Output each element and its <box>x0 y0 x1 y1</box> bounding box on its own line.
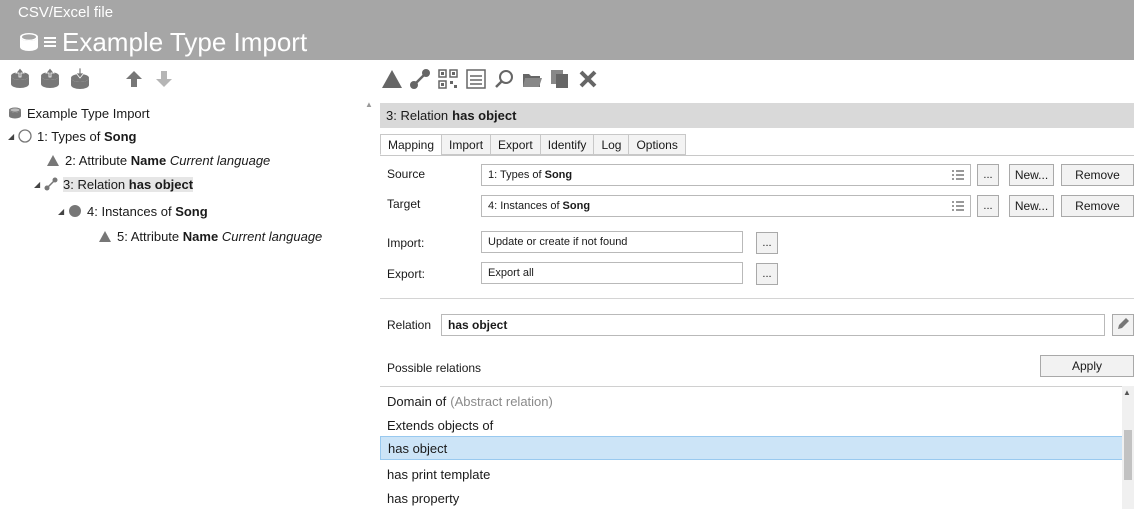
possible-relations-list: Domain of (Abstract relation) Extends obj… <box>380 386 1134 509</box>
list-scrollbar[interactable]: ▲ <box>1122 386 1134 509</box>
target-remove-button[interactable]: Remove <box>1061 195 1134 217</box>
scrollbar-thumb[interactable] <box>1124 430 1132 480</box>
expand-toggle-icon[interactable]: ◢ <box>58 207 68 216</box>
source-field[interactable]: 1: Types of Song <box>481 164 971 186</box>
type-circle-icon <box>18 129 32 143</box>
tree-item-label: 4: Instances of Song <box>87 203 208 219</box>
search-icon[interactable] <box>492 67 516 91</box>
file-type-label: CSV/Excel file <box>18 4 114 21</box>
list-view-icon[interactable] <box>464 67 488 91</box>
section-divider <box>380 298 1134 299</box>
tree-item-label: 1: Types of Song <box>37 128 137 144</box>
list-item[interactable]: has property <box>380 486 1124 510</box>
source-browse-button[interactable]: ... <box>977 164 999 186</box>
list-item[interactable]: Extends objects of <box>380 413 1124 437</box>
target-value-name: Song <box>562 200 591 212</box>
target-field[interactable]: 4: Instances of Song <box>481 195 971 217</box>
pencil-icon <box>1116 317 1130 334</box>
source-value-prefix: 1: Types of <box>488 169 542 181</box>
list-item-note: (Abstract relation) <box>450 393 553 409</box>
tree-toolbar <box>8 66 176 92</box>
target-label: Target <box>387 197 421 211</box>
apply-button[interactable]: Apply <box>1040 355 1134 377</box>
attribute-triangle-icon <box>46 154 60 167</box>
tree-item-relation-has-object[interactable]: ◢ 3: Relation has object <box>34 173 194 195</box>
list-item[interactable]: has print template <box>380 462 1124 486</box>
relation-icon[interactable] <box>408 67 432 91</box>
download-database-icon[interactable] <box>68 67 92 91</box>
move-up-icon[interactable] <box>122 67 146 91</box>
target-browse-button[interactable]: ... <box>977 195 999 217</box>
page-title: Example Type Import <box>62 26 308 57</box>
detail-header: 3: Relation has object <box>380 103 1134 128</box>
target-value-prefix: 4: Instances of <box>488 200 560 212</box>
list-item-selected[interactable]: has object <box>380 436 1124 460</box>
source-remove-button[interactable]: Remove <box>1061 164 1134 186</box>
menu-lines-icon <box>44 35 56 49</box>
list-picker-icon[interactable] <box>952 200 964 215</box>
import-options-button[interactable]: ... <box>756 232 778 254</box>
source-value-name: Song <box>544 169 573 181</box>
list-item[interactable]: Domain of (Abstract relation) <box>380 389 1124 413</box>
relation-field[interactable]: has object <box>441 314 1105 336</box>
list-picker-icon[interactable] <box>952 169 964 184</box>
attribute-triangle-icon <box>98 230 112 243</box>
relation-icon <box>44 177 58 191</box>
move-down-icon[interactable] <box>152 67 176 91</box>
scroll-up-icon[interactable]: ▲ <box>1123 388 1131 397</box>
possible-relations-label: Possible relations <box>387 361 482 375</box>
tree-item-instances-of-song[interactable]: ◢ 4: Instances of Song <box>58 200 208 222</box>
tree-scroll-up-icon[interactable]: ▲ <box>365 100 373 109</box>
tab-import[interactable]: Import <box>441 134 491 155</box>
instance-circle-icon <box>68 204 82 218</box>
copy-icon[interactable] <box>548 67 572 91</box>
tree-item-types-of-song[interactable]: ◢ 1: Types of Song <box>8 125 136 147</box>
export-label: Export: <box>387 267 426 281</box>
database-icon <box>8 106 22 120</box>
upload-database-icon[interactable] <box>38 67 62 91</box>
expand-toggle-icon[interactable]: ◢ <box>34 180 44 189</box>
source-new-button[interactable]: New... <box>1009 164 1054 186</box>
tab-export[interactable]: Export <box>490 134 540 155</box>
folder-open-icon[interactable] <box>520 67 544 91</box>
tab-identify[interactable]: Identify <box>539 134 594 155</box>
import-label: Import: <box>387 236 425 250</box>
attribute-triangle-icon[interactable] <box>380 67 404 91</box>
title-bar: CSV/Excel file Example Type Import <box>0 0 1134 60</box>
add-database-icon[interactable] <box>8 67 32 91</box>
mapping-tree: Example Type Import ◢ 1: Types of Song 2… <box>0 100 370 509</box>
edit-relation-button[interactable] <box>1112 314 1134 336</box>
expand-toggle-icon[interactable]: ◢ <box>8 132 18 141</box>
tree-item-attribute-name-2[interactable]: 5: Attribute Name Current language <box>98 225 322 247</box>
relation-label: Relation <box>387 318 432 332</box>
title-row: Example Type Import <box>18 26 307 58</box>
detail-header-name: has object <box>452 108 517 123</box>
tree-item-label: Example Type Import <box>27 105 150 121</box>
list-item-label: Domain of <box>387 393 447 409</box>
tree-item-label: 5: Attribute Name Current language <box>117 228 323 244</box>
delete-icon[interactable] <box>576 67 600 91</box>
detail-header-prefix: 3: Relation <box>386 108 449 123</box>
export-options-button[interactable]: ... <box>756 263 778 285</box>
export-mode-field[interactable]: Export all <box>481 262 743 284</box>
tab-mapping[interactable]: Mapping <box>380 134 442 155</box>
database-icon <box>18 31 40 53</box>
tab-log[interactable]: Log <box>593 134 629 155</box>
source-label: Source <box>387 167 426 181</box>
tab-divider <box>380 155 1134 156</box>
tree-item-label: 3: Relation has object <box>63 176 194 192</box>
tree-item-label: 2: Attribute Name Current language <box>65 152 271 168</box>
tree-item-root[interactable]: Example Type Import <box>8 102 150 124</box>
tab-options[interactable]: Options <box>628 134 686 155</box>
qr-code-icon[interactable] <box>436 67 460 91</box>
target-new-button[interactable]: New... <box>1009 195 1054 217</box>
detail-toolbar <box>380 64 600 94</box>
detail-tabs: Mapping Import Export Identify Log Optio… <box>380 134 686 155</box>
import-mode-field[interactable]: Update or create if not found <box>481 231 743 253</box>
tree-item-attribute-name[interactable]: 2: Attribute Name Current language <box>46 149 270 171</box>
